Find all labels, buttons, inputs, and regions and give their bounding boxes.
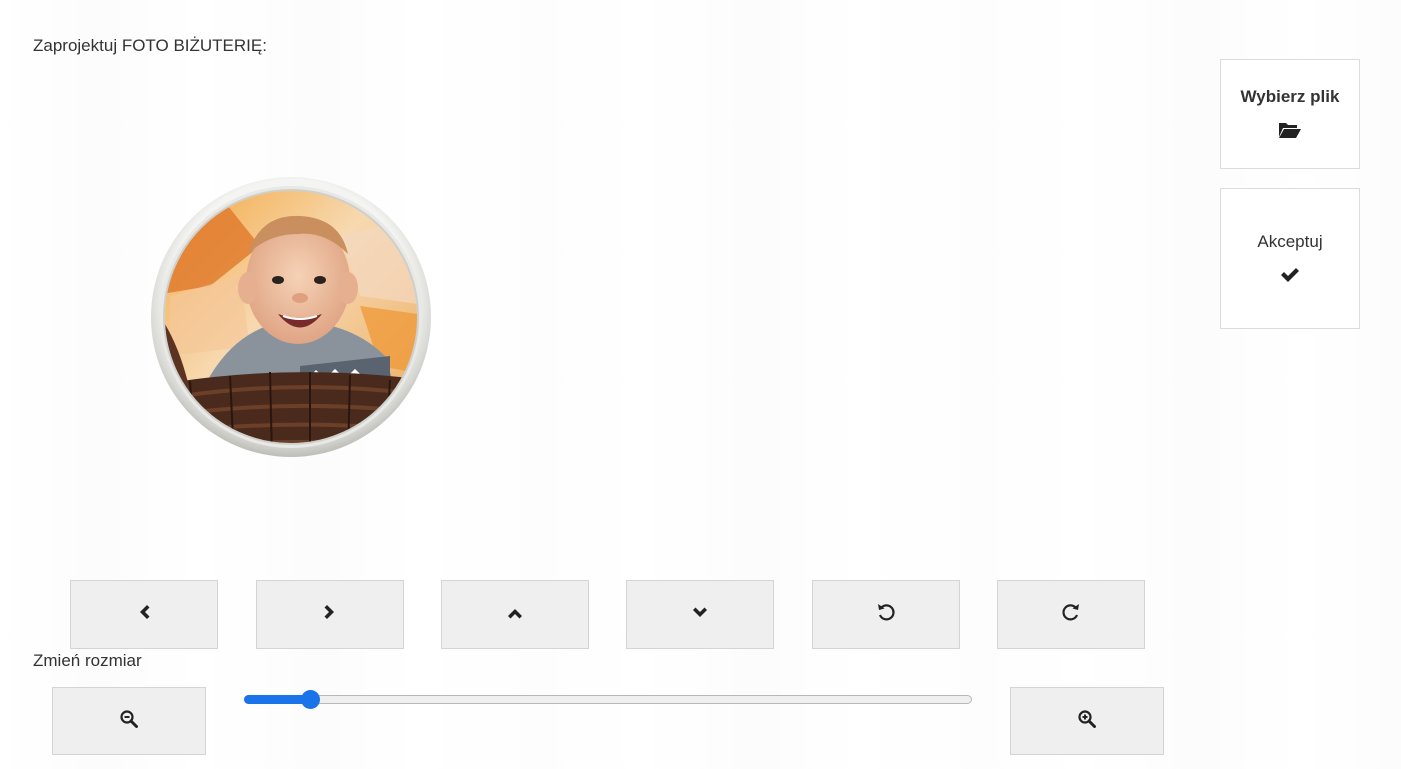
zoom-in-icon bbox=[1078, 709, 1096, 733]
check-icon bbox=[1280, 264, 1300, 286]
resize-slider[interactable] bbox=[244, 690, 972, 710]
accept-label: Akceptuj bbox=[1257, 231, 1323, 251]
folder-open-icon bbox=[1278, 119, 1302, 141]
move-left-button[interactable] bbox=[70, 580, 218, 649]
slider-track bbox=[244, 695, 972, 704]
rotate-right-button[interactable] bbox=[997, 580, 1145, 649]
rotate-left-button[interactable] bbox=[812, 580, 960, 649]
zoom-out-icon bbox=[120, 709, 138, 733]
zoom-in-button[interactable] bbox=[1010, 687, 1164, 755]
chevron-right-icon bbox=[324, 604, 336, 625]
page-title: Zaprojektuj FOTO BIŻUTERIĘ: bbox=[33, 36, 267, 55]
move-down-button[interactable] bbox=[626, 580, 774, 649]
rotate-ccw-icon bbox=[876, 602, 896, 627]
pendant-photo bbox=[151, 177, 431, 457]
choose-file-label: Wybierz plik bbox=[1240, 87, 1340, 106]
slider-thumb[interactable] bbox=[301, 690, 320, 709]
choose-file-button[interactable]: Wybierz plik bbox=[1220, 59, 1360, 169]
accept-button[interactable]: Akceptuj bbox=[1220, 188, 1360, 329]
move-up-button[interactable] bbox=[441, 580, 589, 649]
photo-jewelry-designer: Zaprojektuj FOTO BIŻUTERIĘ: Wybierz plik… bbox=[0, 0, 1401, 769]
resize-label: Zmień rozmiar bbox=[33, 651, 142, 670]
chevron-left-icon bbox=[138, 604, 150, 625]
jewelry-preview[interactable] bbox=[150, 176, 432, 458]
chevron-down-icon bbox=[692, 606, 708, 624]
rotate-cw-icon bbox=[1061, 602, 1081, 627]
chevron-up-icon bbox=[507, 606, 523, 624]
move-right-button[interactable] bbox=[256, 580, 404, 649]
zoom-out-button[interactable] bbox=[52, 687, 206, 755]
